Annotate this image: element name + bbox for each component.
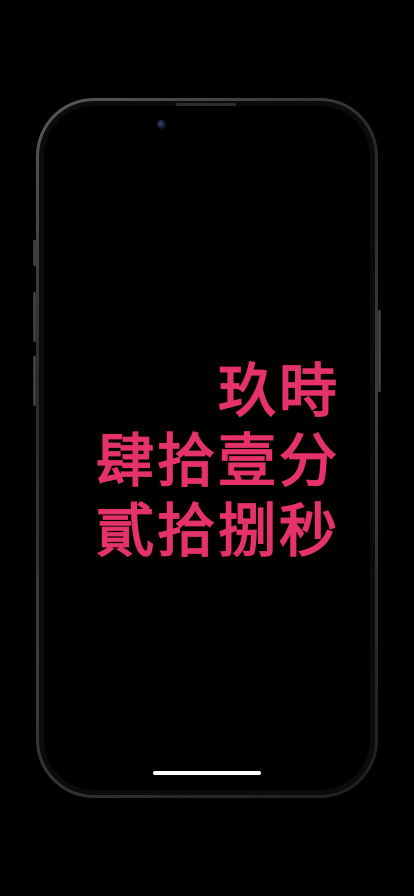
clock-minute: 肆拾壹分 — [95, 427, 340, 495]
home-indicator[interactable] — [153, 771, 261, 775]
clock-second: 貳拾捌秒 — [95, 497, 340, 565]
clock-display: 玖時 肆拾壹分 貳拾捌秒 — [40, 356, 340, 566]
earpiece-speaker-icon — [176, 103, 236, 106]
clock-hour: 玖時 — [217, 357, 340, 425]
power-button — [378, 310, 381, 392]
stage: 玖時 肆拾壹分 貳拾捌秒 — [0, 0, 414, 896]
front-camera-icon — [157, 120, 166, 129]
